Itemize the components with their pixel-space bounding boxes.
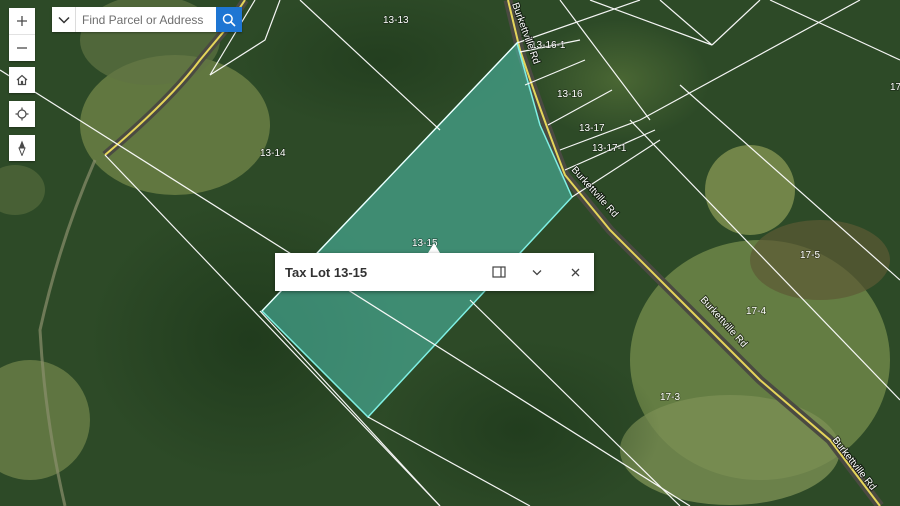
parcel-label-13-17: 13-17 — [579, 123, 605, 134]
compass-control — [9, 135, 35, 161]
feature-popup: Tax Lot 13-15 — [275, 253, 594, 291]
parcel-label-13-14: 13-14 — [260, 148, 286, 159]
home-control — [9, 67, 35, 93]
minus-icon — [17, 47, 27, 49]
locate-button[interactable] — [9, 101, 35, 127]
parcel-label-13-16: 13-16 — [557, 89, 583, 100]
close-button[interactable] — [556, 253, 594, 291]
home-icon — [16, 74, 28, 86]
chevron-down-icon — [57, 16, 70, 24]
field-ne — [705, 145, 795, 235]
zoom-controls — [9, 8, 35, 61]
dock-button[interactable] — [480, 253, 518, 291]
parcel-label-17-4: 17-4 — [746, 306, 766, 317]
search-source-dropdown[interactable] — [52, 7, 76, 32]
plus-icon — [17, 16, 27, 26]
parcel-label-13-13: 13-13 — [383, 15, 409, 26]
search-input[interactable] — [76, 7, 216, 32]
dock-icon — [492, 266, 506, 278]
popup-pointer — [428, 243, 440, 253]
collapse-button[interactable] — [518, 253, 556, 291]
chevron-down-icon — [532, 269, 542, 275]
parcel-label-17-3: 17-3 — [660, 392, 680, 403]
parcel-label-17-5: 17-5 — [800, 250, 820, 261]
compass-button[interactable] — [9, 135, 35, 161]
popup-title: Tax Lot 13-15 — [285, 264, 368, 280]
search-button[interactable] — [216, 7, 242, 32]
home-button[interactable] — [9, 67, 35, 93]
locate-control — [9, 101, 35, 127]
zoom-out-button[interactable] — [9, 34, 35, 61]
search-icon — [222, 13, 236, 27]
zoom-in-button[interactable] — [9, 8, 35, 34]
parcel-label-13-17-1: 13-17-1 — [592, 143, 627, 154]
locate-icon — [15, 107, 29, 121]
compass-icon — [18, 140, 26, 156]
parcel-label-17: 17 — [890, 82, 900, 93]
close-icon — [571, 268, 579, 276]
search-widget — [52, 7, 242, 32]
